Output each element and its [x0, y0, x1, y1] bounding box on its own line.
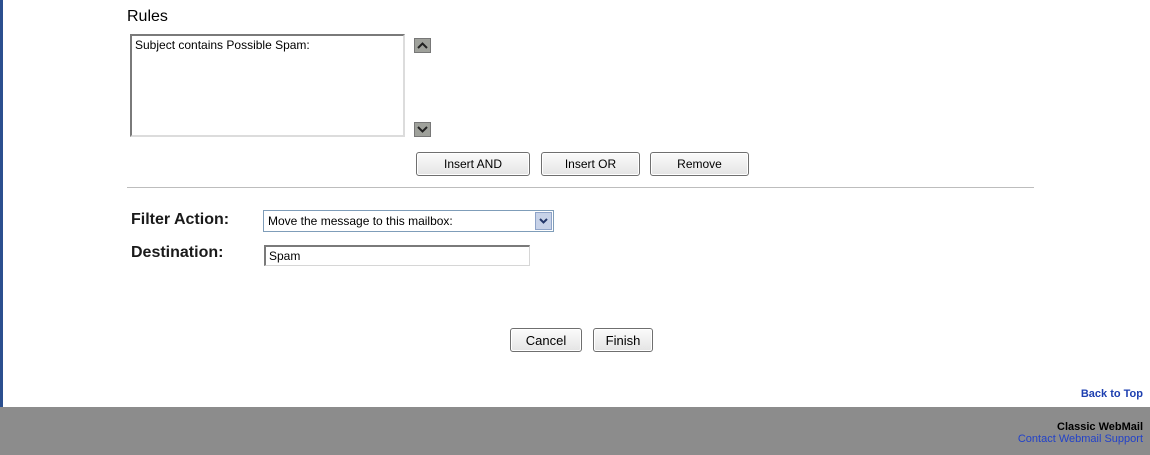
remove-rule-button[interactable]: Remove: [650, 152, 749, 176]
back-to-top-link[interactable]: Back to Top: [1081, 388, 1143, 400]
rules-heading: Rules: [127, 8, 168, 25]
footer-title: Classic WebMail: [1057, 421, 1143, 433]
dropdown-button[interactable]: [535, 212, 552, 230]
rules-list[interactable]: Subject contains Possible Spam:: [130, 34, 405, 137]
filter-action-label: Filter Action:: [131, 211, 230, 228]
destination-label: Destination:: [131, 244, 224, 261]
move-rule-up-button[interactable]: [414, 38, 431, 53]
rule-item[interactable]: Subject contains Possible Spam:: [135, 38, 400, 52]
insert-and-button[interactable]: Insert AND: [416, 152, 530, 176]
filter-action-selected-value: Move the message to this mailbox:: [268, 214, 453, 228]
cancel-button[interactable]: Cancel: [510, 328, 582, 352]
filter-action-select[interactable]: Move the message to this mailbox:: [263, 210, 554, 232]
chevron-down-icon: [539, 218, 548, 224]
destination-input[interactable]: [264, 245, 530, 266]
move-rule-down-button[interactable]: [414, 122, 431, 137]
contact-support-link[interactable]: Contact Webmail Support: [1018, 433, 1143, 445]
filter-editor-page: Rules Subject contains Possible Spam: In…: [0, 0, 1150, 455]
chevron-down-icon: [417, 126, 428, 133]
insert-or-button[interactable]: Insert OR: [541, 152, 640, 176]
left-border: [0, 0, 3, 455]
chevron-up-icon: [417, 42, 428, 49]
finish-button[interactable]: Finish: [593, 328, 653, 352]
section-divider: [127, 187, 1034, 188]
footer-bar: Classic WebMail Contact Webmail Support: [0, 407, 1150, 455]
